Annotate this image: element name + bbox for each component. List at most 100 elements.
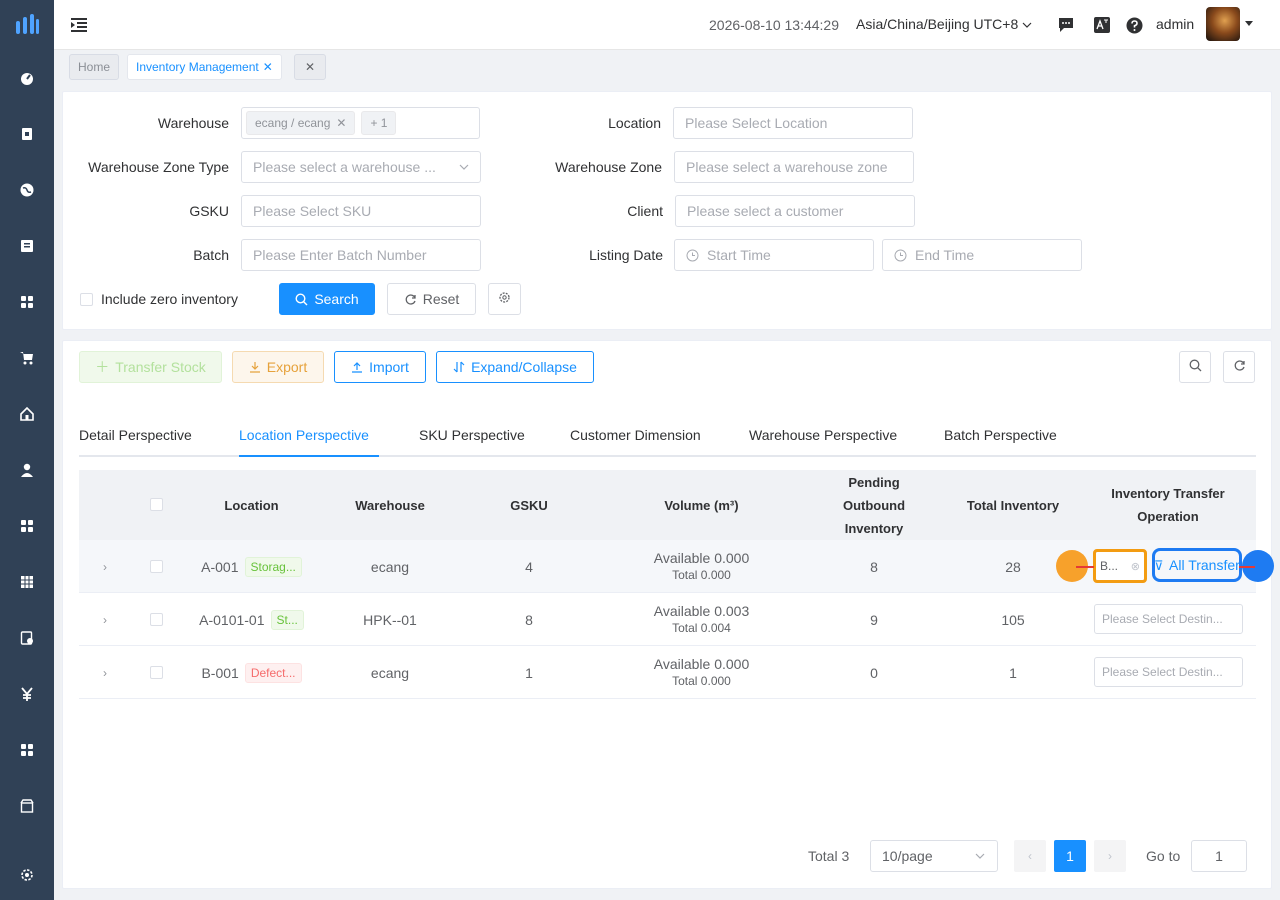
expand-row-icon[interactable]: › <box>97 540 113 593</box>
tag-active-label: Inventory Management <box>136 60 259 74</box>
start-date-input[interactable]: Start Time <box>674 239 874 271</box>
translate-icon[interactable] <box>1093 16 1111 34</box>
tab-sku[interactable]: SKU Perspective <box>419 427 525 443</box>
yuan-icon[interactable] <box>17 684 37 704</box>
filter-settings-button[interactable] <box>488 283 521 315</box>
timezone-select[interactable]: Asia/China/Beijing UTC+8 <box>856 16 1032 32</box>
location-select[interactable]: Please Select Location <box>673 107 913 139</box>
location-label: Location <box>608 115 661 131</box>
home-icon[interactable] <box>17 404 37 424</box>
user-name[interactable]: admin <box>1156 16 1194 32</box>
batch-label: Batch <box>193 247 229 263</box>
logo-icon[interactable] <box>14 12 40 38</box>
volume-available: Available 0.000 <box>653 549 750 566</box>
expand-row-icon[interactable]: › <box>97 593 113 646</box>
cell-pending: 8 <box>870 558 878 575</box>
refresh-icon <box>404 293 417 306</box>
page-size-select[interactable]: 10/page <box>870 840 998 872</box>
tag-home[interactable]: Home <box>69 54 120 80</box>
table-refresh-button[interactable] <box>1223 351 1255 383</box>
current-datetime: 2026-08-10 13:44:29 <box>709 17 839 33</box>
close-icon[interactable]: ✕ <box>263 60 273 74</box>
user-icon[interactable] <box>17 460 37 480</box>
table-row[interactable]: › B-001 Defect... ecang 1 Available 0.000… <box>79 646 1256 699</box>
warehouse-select[interactable]: ecang / ecang ✕ + 1 <box>241 107 480 139</box>
warehouse-chip: ecang / ecang ✕ <box>246 111 356 135</box>
perspective-tabs: Detail Perspective Location Perspective … <box>79 421 1256 457</box>
modules-icon[interactable] <box>17 740 37 760</box>
zone-placeholder: Please select a warehouse zone <box>686 159 888 175</box>
tab-warehouse[interactable]: Warehouse Perspective <box>749 427 897 443</box>
zone-type-label: Warehouse Zone Type <box>88 159 229 175</box>
table-icon[interactable] <box>17 572 37 592</box>
destination-location-select[interactable]: Please Select Destin... <box>1094 604 1243 634</box>
table-row[interactable]: › A-0101-01 St... HPK--01 8 Available 0.0… <box>79 593 1256 646</box>
client-select[interactable]: Please select a customer <box>675 195 915 227</box>
message-icon[interactable] <box>1057 16 1075 34</box>
expand-row-icon[interactable]: › <box>97 646 113 699</box>
select-all-checkbox[interactable] <box>150 498 163 511</box>
row-checkbox[interactable] <box>150 666 163 679</box>
table-search-button[interactable] <box>1179 351 1211 383</box>
close-all-tags-button[interactable]: ✕ <box>294 54 326 80</box>
reset-button[interactable]: Reset <box>387 283 476 315</box>
import-button[interactable]: Import <box>334 351 426 383</box>
include-zero-checkbox[interactable] <box>80 293 93 306</box>
destination-location-select[interactable]: Please Select Destin... <box>1094 657 1243 687</box>
next-page-button[interactable]: › <box>1094 840 1126 872</box>
goto-page-input[interactable]: 1 <box>1191 840 1247 872</box>
cell-gsku: 1 <box>525 664 533 681</box>
page-number-current[interactable]: 1 <box>1054 840 1086 872</box>
zone-type-select[interactable]: Please select a warehouse ... <box>241 151 481 183</box>
reset-label: Reset <box>422 291 460 307</box>
globe-icon[interactable] <box>17 180 37 200</box>
page-size-value: 10/page <box>882 848 933 864</box>
settings-icon[interactable] <box>17 865 37 885</box>
batch-input[interactable]: Please Enter Batch Number <box>241 239 481 271</box>
sidebar <box>0 0 54 900</box>
store-icon[interactable] <box>17 796 37 816</box>
warehouse-more-chip: + 1 <box>361 111 397 135</box>
dashboard-icon[interactable] <box>17 68 37 88</box>
order-icon[interactable] <box>17 124 37 144</box>
tab-detail[interactable]: Detail Perspective <box>79 427 192 443</box>
expand-collapse-button[interactable]: Expand/Collapse <box>436 351 594 383</box>
end-date-input[interactable]: End Time <box>882 239 1082 271</box>
zone-select[interactable]: Please select a warehouse zone <box>674 151 914 183</box>
row-checkbox[interactable] <box>150 560 163 573</box>
document-icon[interactable] <box>17 236 37 256</box>
transfer-stock-button[interactable]: ＋ Transfer Stock <box>79 351 222 383</box>
cell-volume: Available 0.000 Total 0.000 <box>624 540 779 593</box>
search-button[interactable]: Search <box>279 283 375 315</box>
cell-volume: Available 0.003 Total 0.004 <box>624 593 779 646</box>
volume-available: Available 0.003 <box>653 602 750 619</box>
th-total: Total Inventory <box>966 497 1060 513</box>
start-date-placeholder: Start Time <box>707 247 771 263</box>
zone-type-placeholder: Please select a warehouse ... <box>253 159 436 175</box>
volume-total: Total 0.000 <box>672 673 731 688</box>
help-icon[interactable] <box>1125 16 1143 34</box>
cell-gsku: 4 <box>525 558 533 575</box>
tab-customer[interactable]: Customer Dimension <box>570 427 701 443</box>
gsku-select[interactable]: Please Select SKU <box>241 195 481 227</box>
location-code: A-001 <box>201 558 239 575</box>
menu-toggle-icon[interactable] <box>70 16 88 34</box>
caret-down-icon[interactable] <box>1245 21 1253 26</box>
avatar[interactable] <box>1206 7 1240 41</box>
arrow-indicator <box>1076 566 1094 568</box>
close-icon[interactable]: ✕ <box>336 116 346 130</box>
export-button[interactable]: Export <box>232 351 324 383</box>
tab-location[interactable]: Location Perspective <box>239 427 369 443</box>
tag-inventory-management[interactable]: Inventory Management ✕ <box>127 54 282 80</box>
cell-total: 105 <box>1001 611 1025 628</box>
finance-doc-icon[interactable] <box>17 628 37 648</box>
grid-icon[interactable] <box>17 292 37 312</box>
cell-warehouse: ecang <box>370 558 410 575</box>
apps-icon[interactable] <box>17 516 37 536</box>
client-placeholder: Please select a customer <box>687 203 844 219</box>
tab-batch[interactable]: Batch Perspective <box>944 427 1057 443</box>
cart-icon[interactable] <box>17 348 37 368</box>
prev-page-button[interactable]: ‹ <box>1014 840 1046 872</box>
active-tab-indicator <box>239 455 379 457</box>
row-checkbox[interactable] <box>150 613 163 626</box>
